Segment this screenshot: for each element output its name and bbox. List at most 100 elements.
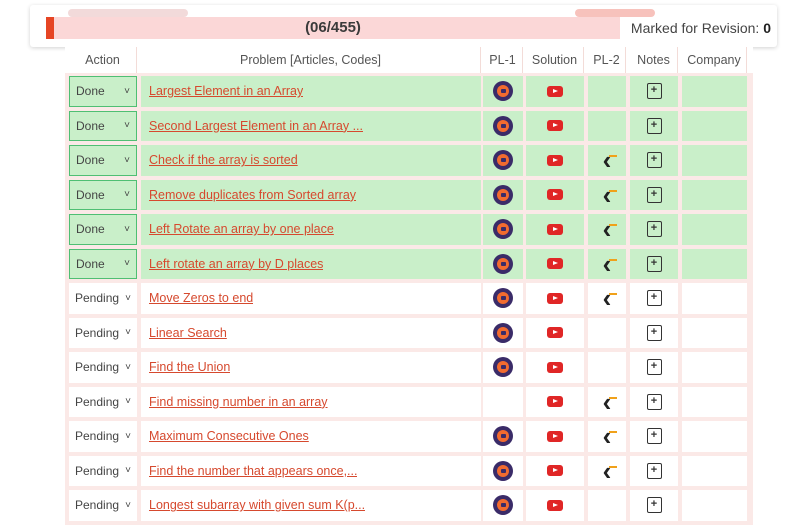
company-cell: [682, 76, 747, 107]
problem-link[interactable]: Left Rotate an array by one place: [149, 222, 334, 236]
problem-cell: Linear Search: [141, 317, 481, 348]
solution-cell: [526, 145, 584, 176]
note-add-icon[interactable]: +: [646, 255, 662, 272]
note-add-icon[interactable]: +: [646, 359, 662, 376]
pl2-cell: [588, 110, 626, 141]
status-value: Pending: [75, 325, 120, 340]
problem-link[interactable]: Remove duplicates from Sorted array: [149, 188, 356, 202]
status-select[interactable]: Done ˅: [69, 76, 137, 107]
status-select[interactable]: Pending ˅: [69, 421, 137, 452]
problem-link[interactable]: Find missing number in an array: [149, 395, 328, 409]
status-select[interactable]: Done ˅: [69, 214, 137, 245]
codingninjas-icon[interactable]: [493, 288, 513, 309]
pl2-cell: ‹: [588, 283, 626, 314]
codingninjas-icon[interactable]: [493, 219, 513, 240]
problem-link[interactable]: Maximum Consecutive Ones: [149, 429, 309, 443]
problem-link[interactable]: Find the Union: [149, 360, 230, 374]
leetcode-icon[interactable]: ‹: [603, 147, 617, 173]
status-select[interactable]: Pending ˅: [69, 456, 137, 487]
status-select[interactable]: Pending ˅: [69, 318, 137, 349]
codingninjas-icon[interactable]: [493, 322, 513, 343]
note-add-icon[interactable]: +: [646, 290, 662, 307]
table-row: Done ˅ Second Largest Element in an Array …: [65, 109, 753, 144]
problem-link[interactable]: Left rotate an array by D places: [149, 257, 323, 271]
leetcode-icon[interactable]: ‹: [603, 389, 617, 415]
action-cell: Done ˅: [69, 179, 137, 210]
youtube-play-icon[interactable]: [547, 154, 563, 166]
leetcode-icon[interactable]: ‹: [603, 285, 617, 311]
youtube-play-icon[interactable]: [547, 430, 563, 442]
leetcode-icon[interactable]: ‹: [603, 182, 617, 208]
status-select[interactable]: Done ˅: [69, 110, 137, 141]
status-select[interactable]: Pending ˅: [69, 352, 137, 383]
problem-link[interactable]: Largest Element in an Array: [149, 84, 303, 98]
codingninjas-icon[interactable]: [493, 460, 513, 481]
codingninjas-icon[interactable]: [493, 115, 513, 136]
status-value: Done: [76, 187, 105, 202]
notes-cell: +: [630, 421, 678, 452]
company-cell: [682, 421, 747, 452]
note-add-icon[interactable]: +: [646, 221, 662, 238]
problem-link[interactable]: Move Zeros to end: [149, 291, 253, 305]
codingninjas-icon[interactable]: [493, 184, 513, 205]
codingninjas-icon[interactable]: [493, 357, 513, 378]
problem-link[interactable]: Longest subarray with given sum K(p...: [149, 498, 365, 512]
youtube-play-icon[interactable]: [547, 189, 563, 201]
leetcode-icon[interactable]: ‹: [603, 251, 617, 277]
youtube-play-icon[interactable]: [547, 258, 563, 270]
action-cell: Pending ˅: [69, 421, 137, 452]
youtube-play-icon[interactable]: [547, 465, 563, 477]
note-add-icon[interactable]: +: [646, 393, 662, 410]
note-add-icon[interactable]: +: [646, 462, 662, 479]
action-cell: Done ˅: [69, 110, 137, 141]
note-add-icon[interactable]: +: [646, 186, 662, 203]
note-add-icon[interactable]: +: [646, 428, 662, 445]
status-select[interactable]: Pending ˅: [69, 283, 137, 314]
youtube-play-icon[interactable]: [547, 223, 563, 235]
youtube-play-icon[interactable]: [547, 292, 563, 304]
youtube-play-icon[interactable]: [547, 120, 563, 132]
status-select[interactable]: Done ˅: [69, 248, 137, 279]
chevron-down-icon: ˅: [124, 223, 130, 235]
solution-cell: [526, 214, 584, 245]
codingninjas-icon[interactable]: [493, 253, 513, 274]
status-select[interactable]: Done ˅: [69, 145, 137, 176]
problem-link[interactable]: Find the number that appears once,...: [149, 464, 357, 478]
note-add-icon[interactable]: +: [646, 152, 662, 169]
action-cell: Done ˅: [69, 145, 137, 176]
note-add-icon[interactable]: +: [646, 83, 662, 100]
note-add-icon[interactable]: +: [646, 117, 662, 134]
note-add-icon[interactable]: +: [646, 324, 662, 341]
problem-link[interactable]: Linear Search: [149, 326, 227, 340]
chevron-down-icon: ˅: [125, 430, 131, 442]
problem-cell: Largest Element in an Array: [141, 76, 481, 107]
problem-cell: Find the number that appears once,...: [141, 455, 481, 486]
problem-cell: Second Largest Element in an Array ...: [141, 110, 481, 141]
column-header-solution: Solution: [526, 47, 584, 73]
company-cell: [682, 248, 747, 279]
status-select[interactable]: Pending ˅: [69, 490, 137, 521]
leetcode-icon[interactable]: ‹: [603, 458, 617, 484]
revision-label: Marked for Revision:: [630, 20, 760, 36]
youtube-play-icon[interactable]: [547, 361, 563, 373]
youtube-play-icon[interactable]: [547, 396, 563, 408]
table-row: Done ˅ Left rotate an array by D places ‹ +: [65, 247, 753, 282]
codingninjas-icon[interactable]: [493, 150, 513, 171]
status-select[interactable]: Done ˅: [69, 179, 137, 210]
codingninjas-icon[interactable]: [493, 495, 513, 516]
solution-cell: [526, 248, 584, 279]
codingninjas-icon[interactable]: [493, 81, 513, 102]
codingninjas-icon[interactable]: [493, 426, 513, 447]
leetcode-icon[interactable]: ‹: [603, 423, 617, 449]
youtube-play-icon[interactable]: [547, 499, 563, 511]
note-add-icon[interactable]: +: [646, 497, 662, 514]
problem-link[interactable]: Second Largest Element in an Array ...: [149, 119, 363, 133]
youtube-play-icon[interactable]: [547, 327, 563, 339]
problem-link[interactable]: Check if the array is sorted: [149, 153, 298, 167]
youtube-play-icon[interactable]: [547, 85, 563, 97]
status-select[interactable]: Pending ˅: [69, 387, 137, 418]
pl1-cell: [483, 76, 523, 107]
pl1-cell: [483, 421, 523, 452]
company-cell: [682, 455, 747, 486]
leetcode-icon[interactable]: ‹: [603, 216, 617, 242]
